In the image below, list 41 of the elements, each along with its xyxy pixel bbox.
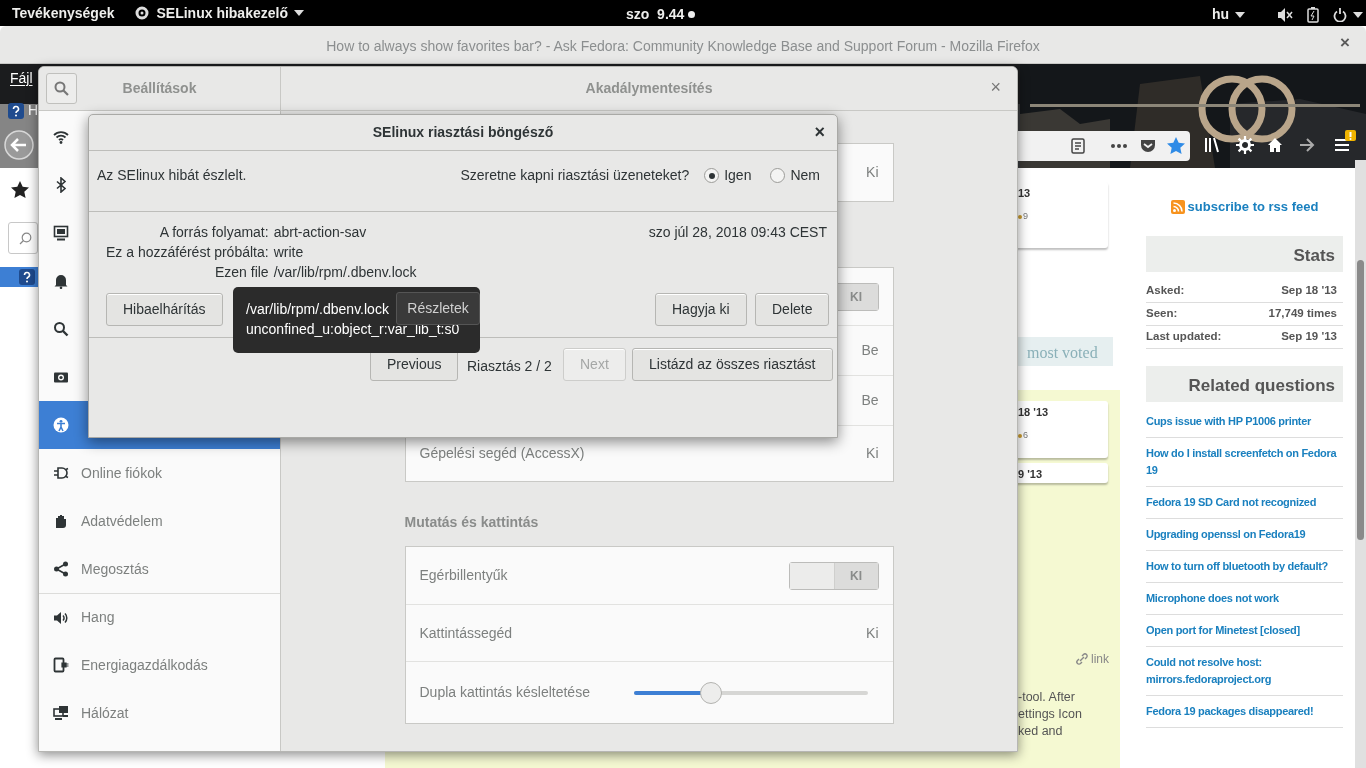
detail-label: Ez a hozzáférést próbálta: — [106, 243, 269, 262]
setting-value: Be — [861, 391, 879, 410]
answer-text: -tool. After — [1018, 689, 1075, 706]
setting-value: Ki — [866, 163, 879, 182]
answer-text: ettings Icon — [1018, 706, 1082, 723]
window-title: How to always show favorites bar? - Ask Fedora: Community Knowledge Base and Support Forum - Mozilla Firefox — [326, 37, 1040, 56]
window-title: Beállítások — [122, 79, 197, 98]
answer-text: ked and — [1018, 723, 1063, 740]
stat-value: Sep 19 '13 — [1281, 329, 1337, 345]
dialog-title: SElinux riasztási böngésző — [372, 123, 554, 142]
stat-value: Sep 18 '13 — [1281, 283, 1337, 299]
timestamp: szo júl 28, 2018 09:43 CEST — [648, 223, 827, 242]
question-text: Szeretne kapni riasztási üzeneteket? — [460, 166, 690, 185]
stat-label: Last updated: — [1146, 329, 1222, 345]
setting-value: Ki — [866, 623, 879, 643]
section-heading: Related questions — [1146, 366, 1343, 402]
stat-label: Asked: — [1146, 283, 1185, 299]
score-text: 6 — [1023, 429, 1028, 442]
stat-value: 17,749 times — [1268, 306, 1337, 322]
section-heading: Stats — [1146, 236, 1343, 272]
setting-value: Be — [861, 341, 879, 360]
panel-title: Akadálymentesítés — [585, 79, 713, 98]
date-text: 9 '13 — [1018, 467, 1043, 482]
detail-value: write — [273, 243, 305, 262]
setting-value: Ki — [866, 444, 879, 463]
setting-label: Gépelési segéd (AccessX) — [419, 444, 585, 463]
section-heading: Mutatás és kattintás — [404, 513, 540, 532]
dialog-message: Az SElinux hibát észlelt. — [97, 166, 247, 185]
detail-label: A forrás folyamat: — [158, 223, 269, 242]
stat-label: Seen: — [1146, 306, 1178, 322]
date-text: 13 — [1018, 186, 1031, 201]
alert-counter: Riasztás 2 / 2 — [467, 357, 552, 376]
detail-value: abrt-action-sav — [273, 223, 368, 242]
date-text: 18 '13 — [1018, 405, 1049, 420]
setting-label: Egérbillentyűk — [419, 566, 508, 585]
tooltip-text: /var/lib/rpm/.dbenv.lock — [246, 300, 389, 319]
score-text: 9 — [1023, 210, 1028, 223]
setting-label: Kattintássegéd — [419, 623, 513, 643]
setting-label: Dupla kattintás késleltetése — [419, 683, 590, 702]
detail-value: /var/lib/rpm/.dbenv.lock — [273, 263, 417, 282]
detail-label: Ezen file — [213, 263, 269, 282]
